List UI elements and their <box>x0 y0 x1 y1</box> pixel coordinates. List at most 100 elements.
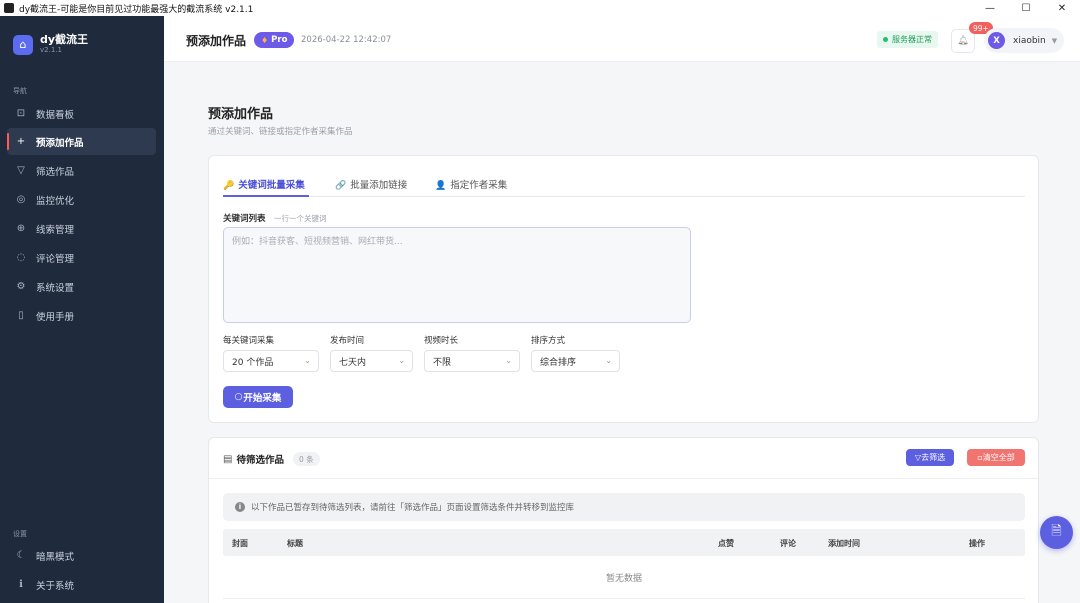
pending-title: ▤ 待筛选作品 <box>223 452 284 467</box>
video-duration-select[interactable]: 不限 ⌄ <box>424 350 520 372</box>
select-value: 20 个作品 <box>232 357 274 368</box>
sidebar-item-leads[interactable]: ⊕ 线索管理 <box>7 215 156 242</box>
per-keyword-label: 每关键词采集 <box>223 336 275 346</box>
publish-time-select[interactable]: 七天内 ⌄ <box>330 350 413 372</box>
empty-state-text: 暂无数据 <box>223 556 1025 599</box>
sidebar-item-label: 预添加作品 <box>36 137 84 149</box>
header-title: 预添加作品 <box>186 34 247 48</box>
link-icon: 🔗 <box>335 181 347 191</box>
tab-author-collect[interactable]: 👤 指定作者采集 <box>435 177 507 191</box>
keyword-list-hint: 一行一个关键词 <box>274 214 327 223</box>
start-collect-button[interactable]: ○ 开始采集 <box>223 386 293 408</box>
collect-tabs: 🔑 关键词批量采集 🔗 批量添加链接 👤 指定作者采集 <box>223 173 1025 197</box>
sidebar-item-settings[interactable]: ⚙ 系统设置 <box>7 273 156 300</box>
go-filter-button[interactable]: ▽ 去筛选 <box>906 449 954 466</box>
avatar: X <box>988 32 1005 49</box>
pending-works-card: ▤ 待筛选作品 0 条 ▽ 去筛选 ▫ 清空全部 i 以下作品已暂存到待筛选列表，请前… <box>208 437 1039 603</box>
maximize-button[interactable]: ☐ <box>1008 0 1044 16</box>
close-button[interactable]: ✕ <box>1044 0 1080 16</box>
sidebar-item-label: 关于系统 <box>36 580 75 592</box>
select-value: 综合排序 <box>540 357 577 368</box>
column-header-actions: 操作 <box>969 539 985 548</box>
per-keyword-select[interactable]: 20 个作品 ⌄ <box>223 350 319 372</box>
sidebar-item-dark-mode[interactable]: ☾ 暗黑模式 <box>7 542 156 569</box>
sidebar-item-dashboard[interactable]: ⊡ 数据看板 <box>7 100 156 127</box>
clipboard-icon: ▤ <box>223 453 233 465</box>
chevron-down-icon: ⌄ <box>605 356 612 365</box>
sidebar-item-manual[interactable]: ▯ 使用手册 <box>7 302 156 329</box>
chart-icon: ⊡ <box>16 108 26 119</box>
pro-badge: ♦ Pro <box>254 32 295 48</box>
sidebar-item-filter[interactable]: ▽ 筛选作品 <box>7 157 156 184</box>
comment-icon: ◌ <box>16 252 26 263</box>
settings-section-label: 设置 <box>13 530 27 538</box>
floating-document-button[interactable]: 🗎 <box>1040 516 1073 549</box>
service-status-badge: 服务器正常 <box>877 31 938 48</box>
sort-order-label: 排序方式 <box>531 336 566 346</box>
moon-icon: ☾ <box>16 550 26 561</box>
top-header: 预添加作品 ♦ Pro 2026-04-22 12:42:07 服务器正常 🔔︎… <box>164 16 1080 62</box>
sidebar-item-label: 数据看板 <box>36 109 75 121</box>
pending-count-badge: 0 条 <box>293 452 320 466</box>
column-header-comments: 评论 <box>780 539 796 548</box>
pending-card-header: ▤ 待筛选作品 0 条 ▽ 去筛选 ▫ 清空全部 <box>209 438 1038 479</box>
document-icon: 🗎 <box>1051 523 1062 539</box>
sidebar-item-label: 评论管理 <box>36 253 75 265</box>
brand: ⌂ dy截流王 v2.1.1 <box>13 34 88 55</box>
column-header-likes: 点赞 <box>718 539 734 548</box>
book-icon: ▯ <box>18 310 24 321</box>
tab-label: 指定作者采集 <box>450 180 508 191</box>
sidebar-item-label: 暗黑模式 <box>36 551 75 563</box>
sidebar-item-label: 监控优化 <box>36 195 75 207</box>
username: xiaobin <box>1013 35 1046 46</box>
filter-icon: ▽ <box>17 165 25 176</box>
column-header-cover: 封面 <box>232 539 248 548</box>
app-logo-icon: ⌂ <box>13 34 33 55</box>
plus-icon: + <box>16 136 26 147</box>
select-value: 不限 <box>433 357 452 368</box>
tab-keyword-batch[interactable]: 🔑 关键词批量采集 <box>223 177 305 191</box>
sidebar-item-label: 筛选作品 <box>36 166 75 178</box>
chevron-down-icon: ⌄ <box>398 356 405 365</box>
sidebar-item-comments[interactable]: ◌ 评论管理 <box>7 244 156 271</box>
brand-name: dy截流王 <box>40 33 89 46</box>
start-collect-label: 开始采集 <box>243 393 282 404</box>
status-dot-icon <box>883 37 888 42</box>
info-icon: i <box>235 502 245 512</box>
pending-table-header: 封面 标题 点赞 评论 添加时间 操作 <box>223 529 1025 556</box>
collect-card: 🔑 关键词批量采集 🔗 批量添加链接 👤 指定作者采集 关键词列表 一行一个关键词 例… <box>208 155 1039 423</box>
brand-version: v2.1.1 <box>40 46 62 54</box>
service-status-text: 服务器正常 <box>892 35 932 44</box>
sidebar-item-about[interactable]: ℹ 关于系统 <box>7 571 156 598</box>
select-value: 七天内 <box>339 357 367 368</box>
window-titlebar: dy截流王-可能是你目前见过功能最强大的截流系统 v2.1.1 — ☐ ✕ <box>0 0 1080 16</box>
sidebar-item-monitor[interactable]: ◎ 监控优化 <box>7 186 156 213</box>
pending-notice-text: 以下作品已暂存到待筛选列表，请前往「筛选作品」页面设置筛选条件并转移到监控库 <box>251 503 575 513</box>
clear-all-button[interactable]: ▫ 清空全部 <box>967 449 1025 466</box>
monitor-icon: ◎ <box>16 194 26 205</box>
chevron-down-icon: ▼ <box>1051 36 1058 45</box>
go-filter-label: 去筛选 <box>921 453 946 462</box>
keyword-textarea[interactable]: 例如：抖音获客、短视频营销、网红带货... <box>223 227 691 323</box>
search-icon: ○ <box>234 392 243 402</box>
flame-icon: ♦ <box>261 35 269 45</box>
column-header-added-time: 添加时间 <box>828 539 860 548</box>
video-duration-label: 视频时长 <box>424 336 459 346</box>
page-subtitle: 通过关键词、链接或指定作者采集作品 <box>208 127 353 137</box>
main-content: 预添加作品 通过关键词、链接或指定作者采集作品 🔑 关键词批量采集 🔗 批量添加链接… <box>164 62 1080 603</box>
user-menu[interactable]: X xiaobin ▼ <box>984 28 1064 53</box>
leads-icon: ⊕ <box>16 223 26 234</box>
sort-order-select[interactable]: 综合排序 ⌄ <box>531 350 620 372</box>
sidebar: ⌂ dy截流王 v2.1.1 导航 ⊡ 数据看板 + 预添加作品 ▽ 筛选作品 … <box>0 16 164 603</box>
tab-label: 关键词批量采集 <box>238 180 305 191</box>
minimize-button[interactable]: — <box>972 0 1008 16</box>
tab-batch-links[interactable]: 🔗 批量添加链接 <box>335 177 407 191</box>
tab-label: 批量添加链接 <box>350 180 408 191</box>
chevron-down-icon: ⌄ <box>304 356 311 365</box>
sidebar-item-pre-add[interactable]: + 预添加作品 <box>7 128 156 155</box>
key-icon: 🔑 <box>223 181 235 191</box>
chevron-down-icon: ⌄ <box>505 356 512 365</box>
pro-badge-label: Pro <box>271 35 288 45</box>
window-title: dy截流王-可能是你目前见过功能最强大的截流系统 v2.1.1 <box>19 4 254 15</box>
pending-notice: i 以下作品已暂存到待筛选列表，请前往「筛选作品」页面设置筛选条件并转移到监控库 <box>223 493 1025 521</box>
